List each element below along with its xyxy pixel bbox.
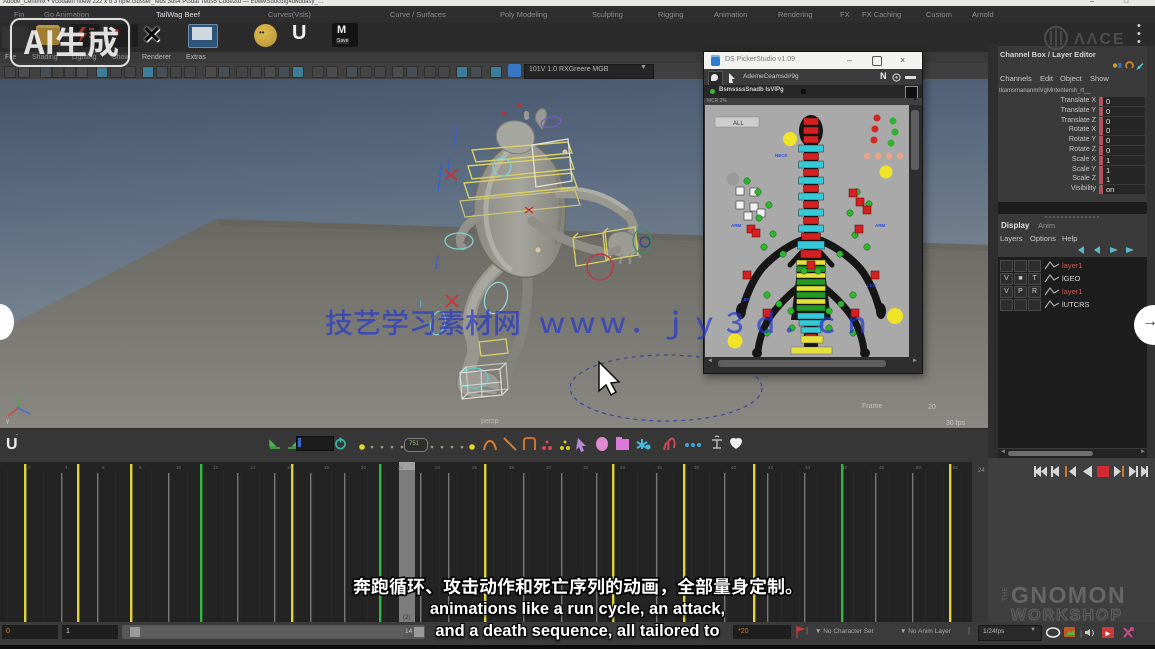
svg-text:14: 14 xyxy=(250,465,256,470)
svg-text:28: 28 xyxy=(509,465,515,470)
svg-text:(2): (2) xyxy=(403,615,410,621)
svg-text:36: 36 xyxy=(657,465,663,470)
svg-text:42: 42 xyxy=(768,465,774,470)
svg-text:44: 44 xyxy=(805,465,811,470)
svg-text:ARM: ARM xyxy=(875,223,885,228)
svg-text:LEG: LEG xyxy=(741,297,751,302)
svg-text:10: 10 xyxy=(176,465,182,470)
svg-text:16: 16 xyxy=(287,465,293,470)
svg-text:34: 34 xyxy=(620,465,626,470)
svg-text:24: 24 xyxy=(435,465,441,470)
svg-text:ARM: ARM xyxy=(731,223,741,228)
svg-text:30: 30 xyxy=(546,465,552,470)
svg-text:ALL: ALL xyxy=(733,121,744,127)
svg-text:48: 48 xyxy=(879,465,885,470)
svg-text:38: 38 xyxy=(694,465,700,470)
svg-text:50: 50 xyxy=(916,465,922,470)
svg-text:LEG: LEG xyxy=(867,283,877,288)
svg-text:40: 40 xyxy=(731,465,737,470)
svg-text:52: 52 xyxy=(953,465,959,470)
svg-text:46: 46 xyxy=(842,465,848,470)
svg-text:26: 26 xyxy=(472,465,478,470)
svg-text:ΛΛCE: ΛΛCE xyxy=(1074,31,1126,48)
svg-text:18: 18 xyxy=(324,465,330,470)
svg-text:20: 20 xyxy=(361,465,367,470)
svg-text:NECK: NECK xyxy=(775,153,789,158)
svg-text:12: 12 xyxy=(213,465,219,470)
svg-text:y: y xyxy=(6,419,9,424)
svg-text:22: 22 xyxy=(398,465,404,470)
svg-text:32: 32 xyxy=(583,465,589,470)
